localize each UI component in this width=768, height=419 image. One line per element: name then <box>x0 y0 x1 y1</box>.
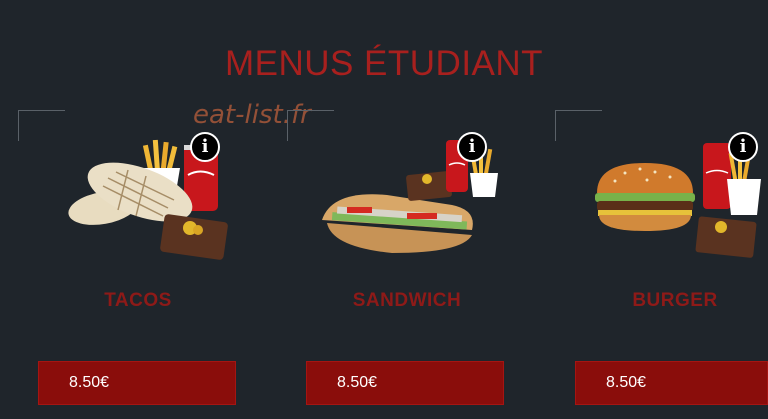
price-button-burger[interactable]: 8.50€ <box>575 361 768 405</box>
menu-card-tacos: i TACOS 8.50€ <box>18 0 258 419</box>
price-button-sandwich[interactable]: 8.50€ <box>306 361 504 405</box>
menu-name-sandwich: SANDWICH <box>352 290 462 311</box>
menu-card-sandwich: i SANDWICH 8.50€ <box>287 0 527 419</box>
price-button-tacos[interactable]: 8.50€ <box>38 361 236 405</box>
tacos-menu-image[interactable] <box>58 130 258 270</box>
menu-name-burger: BURGER <box>632 290 718 311</box>
sandwich-menu-image[interactable] <box>312 135 532 265</box>
info-icon[interactable]: i <box>728 132 758 162</box>
info-icon[interactable]: i <box>190 132 220 162</box>
info-icon[interactable]: i <box>457 132 487 162</box>
menu-card-burger: i BURGER 8.50€ <box>555 0 768 419</box>
menu-name-tacos: TACOS <box>104 290 172 311</box>
